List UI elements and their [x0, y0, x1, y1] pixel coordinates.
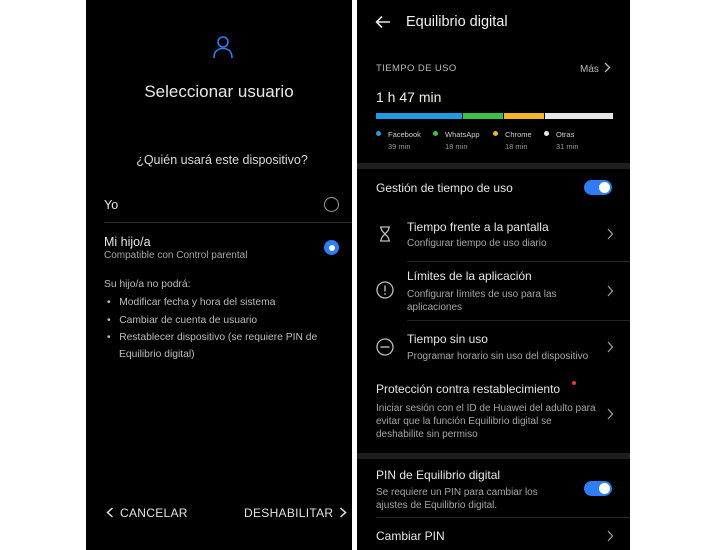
more-link[interactable]: Más	[580, 62, 611, 75]
downtime-subtitle: Programar horario sin uso del dispositiv…	[407, 351, 589, 362]
restrictions-title: Su hijo/a no podrá:	[104, 279, 191, 290]
disable-button[interactable]: DESHABILITAR	[244, 506, 348, 520]
usage-segment-chrome	[504, 113, 544, 119]
screen-time-title[interactable]: Tiempo frente a la pantalla	[407, 220, 549, 234]
chevron-right-icon	[607, 285, 614, 297]
usage-management-label: Gestión de tiempo de uso	[376, 181, 513, 195]
section-divider	[357, 163, 630, 169]
page-title: Equilibrio digital	[406, 14, 508, 30]
digital-balance-panel: Equilibrio digital TIEMPO DE USO Más 1 h…	[357, 0, 630, 550]
user-icon	[213, 36, 233, 59]
option-me-label[interactable]: Yo	[104, 198, 118, 212]
pin-subtitle: Se requiere un PIN para cambiar los ajus…	[376, 487, 538, 511]
legend-value: 18 min	[445, 142, 468, 151]
change-pin-link[interactable]: Cambiar PIN	[376, 529, 445, 543]
hourglass-icon	[380, 226, 390, 242]
chevron-right-icon	[607, 408, 614, 420]
question-text: ¿Quién usará este dispositivo?	[136, 153, 308, 167]
chevron-right-icon	[604, 62, 611, 73]
usage-segment-otras	[545, 113, 614, 119]
list-item: • Cambiar de cuenta de usuario	[107, 315, 258, 326]
legend-dot-others	[544, 131, 549, 136]
legend-dot-whatsapp	[433, 131, 438, 136]
notification-dot	[572, 381, 576, 385]
chevron-right-icon	[607, 228, 614, 240]
reset-protection-subtitle: Iniciar sesión con el ID de Huawei del a…	[376, 403, 596, 440]
pin-toggle[interactable]	[584, 481, 612, 496]
list-item: • Restablecer dispositivo (se requiere P…	[107, 332, 318, 343]
legend-name: Otras	[556, 130, 575, 139]
reset-protection-title[interactable]: Protección contra restablecimiento	[376, 382, 560, 396]
divider	[104, 222, 352, 223]
cancel-button[interactable]: CANCELAR	[106, 506, 188, 520]
minus-circle-icon	[376, 338, 394, 356]
option-child-radio[interactable]	[324, 240, 339, 255]
legend-dot-chrome	[493, 131, 498, 136]
chevron-right-icon	[607, 530, 614, 542]
pin-title: PIN de Equilibrio digital	[376, 468, 501, 482]
option-child-sublabel: Compatible con Control parental	[104, 250, 248, 261]
option-child-label[interactable]: Mi hijo/a	[104, 235, 151, 249]
total-usage-time: 1 h 47 min	[376, 89, 442, 105]
divider	[376, 517, 630, 518]
chevron-right-icon	[340, 507, 348, 518]
chevron-left-icon	[106, 507, 114, 518]
page-title: Seleccionar usuario	[144, 82, 294, 101]
legend-name: Chrome	[505, 130, 532, 139]
section-divider	[357, 453, 630, 459]
chevron-right-icon	[607, 341, 614, 353]
legend-value: 31 min	[556, 142, 579, 151]
legend-value: 39 min	[388, 142, 411, 151]
divider	[407, 261, 630, 262]
alert-circle-icon	[376, 281, 394, 299]
app-limits-subtitle: Configurar límites de uso para las aplic…	[407, 289, 557, 313]
list-item: • Modificar fecha y hora del sistema	[107, 297, 276, 308]
usage-segment-facebook	[376, 113, 462, 119]
screen-time-subtitle: Configurar tiempo de uso diario	[407, 238, 547, 249]
back-arrow-icon[interactable]	[375, 15, 391, 29]
usage-section-label: TIEMPO DE USO	[376, 63, 457, 74]
legend-name: Facebook	[388, 130, 421, 139]
downtime-title[interactable]: Tiempo sin uso	[407, 332, 488, 346]
usage-segment-whatsapp	[463, 113, 503, 119]
legend-dot-facebook	[376, 131, 381, 136]
option-me-radio[interactable]	[324, 197, 339, 212]
legend-name: WhatsApp	[445, 130, 480, 139]
usage-management-toggle[interactable]	[584, 180, 612, 195]
divider	[407, 320, 630, 321]
legend-value: 18 min	[505, 142, 528, 151]
list-item-continuation: Equilibrio digital)	[119, 349, 195, 360]
usage-bar	[376, 113, 614, 119]
select-user-panel: Seleccionar usuario ¿Quién usará este di…	[86, 0, 352, 550]
app-limits-title[interactable]: Límites de la aplicación	[407, 269, 532, 283]
